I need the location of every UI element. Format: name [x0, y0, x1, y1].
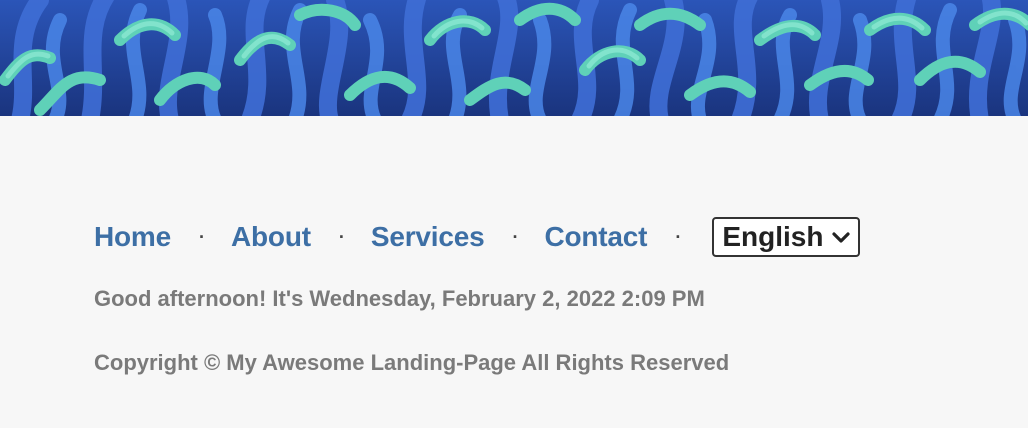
nav-link-home[interactable]: Home: [94, 221, 171, 253]
nav-separator: ·: [199, 227, 205, 247]
nav-link-services[interactable]: Services: [371, 221, 485, 253]
language-select[interactable]: English: [712, 217, 861, 257]
copyright-text: Copyright © My Awesome Landing-Page All …: [94, 350, 730, 375]
footer-nav: Home · About · Services · Contact · Engl…: [94, 216, 1028, 258]
nav-separator: ·: [338, 227, 345, 247]
footer: Home · About · Services · Contact · Engl…: [94, 216, 1028, 376]
nav-separator: ·: [675, 227, 682, 247]
hero-banner: [0, 0, 1028, 116]
nav-link-contact[interactable]: Contact: [544, 221, 647, 253]
chevron-down-icon: [832, 232, 850, 243]
language-select-value: English: [722, 221, 824, 252]
nav-separator: ·: [512, 227, 519, 247]
hero-tentacle-image: [0, 0, 1028, 116]
greeting-text: Good afternoon! It's Wednesday, February…: [94, 286, 705, 311]
nav-link-about[interactable]: About: [231, 221, 311, 253]
